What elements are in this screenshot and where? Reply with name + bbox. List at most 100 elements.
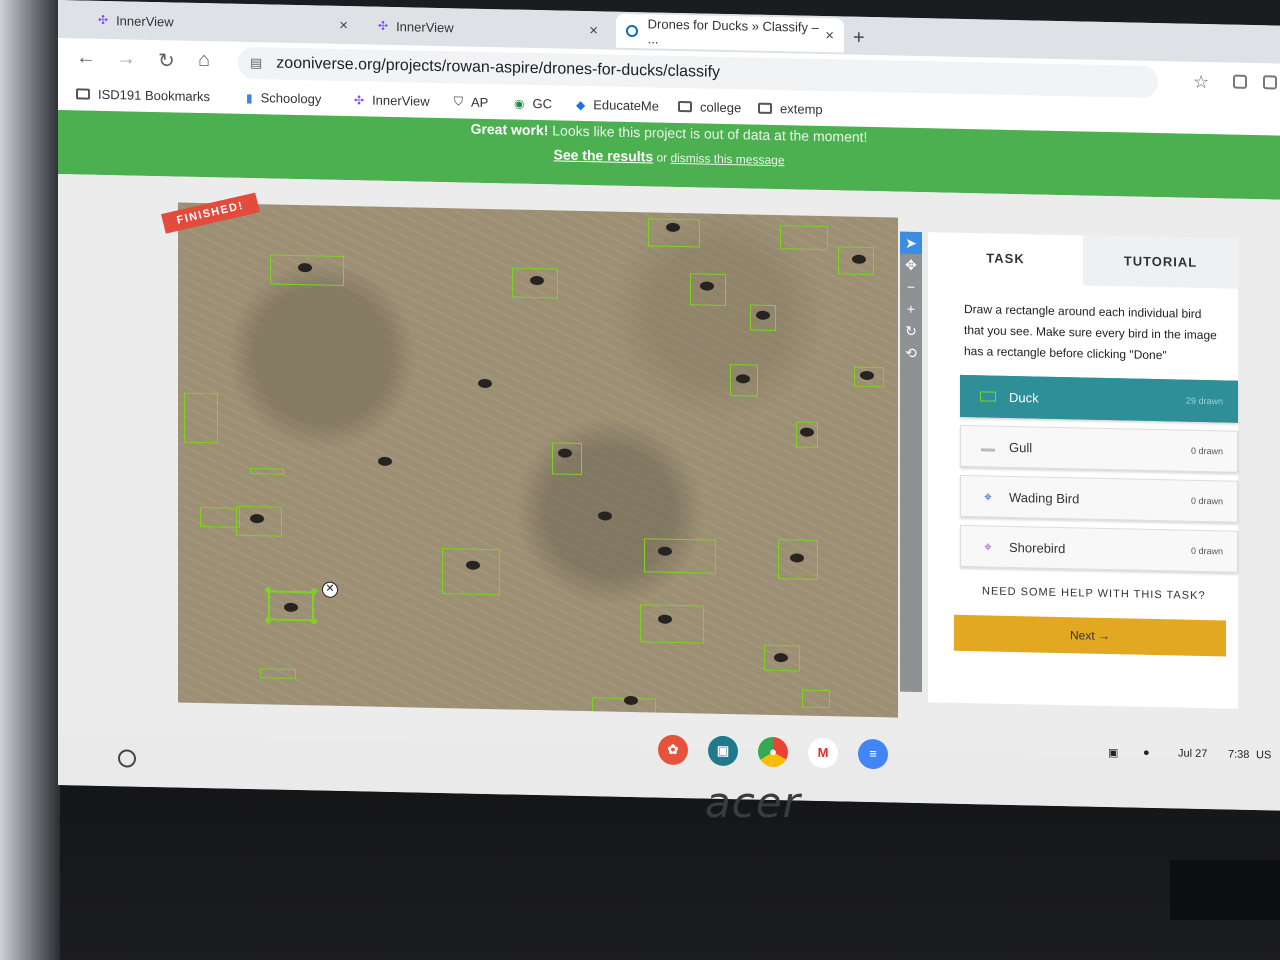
duck-box[interactable] [184,392,218,444]
educateme-icon: ◆ [576,97,586,112]
tab-innerview-1[interactable]: ✣ InnerView × [88,3,358,43]
see-results-link[interactable]: See the results [554,146,654,164]
home-icon[interactable]: ⌂ [198,49,210,72]
reload-icon[interactable]: ↻ [158,48,175,73]
laptop-hinge [1170,860,1280,920]
window-icon[interactable] [1263,75,1277,90]
zooniverse-icon [626,24,638,38]
innerview-icon: ✣ [98,12,109,28]
duck-box[interactable] [640,604,704,644]
bird-mark [658,546,672,556]
duck-box[interactable] [442,548,500,596]
reset-icon[interactable]: ⟲ [900,342,922,364]
rectangle-icon [979,388,997,404]
bookmark-gc[interactable]: ◉ GC [514,95,552,112]
banner-text: Looks like this project is out of data a… [548,122,868,145]
site-info-icon[interactable]: ▤ [250,55,262,71]
banner-or: or [653,150,671,165]
resize-handle[interactable] [265,617,271,624]
zoom-in-icon[interactable]: + [900,298,922,320]
ap-icon: ⛉ [454,94,464,109]
bird-mark [790,553,804,563]
bird-mark [298,263,312,273]
bird-mark [530,275,544,286]
duck-box[interactable] [260,668,296,679]
time-label[interactable]: 7:38 [1228,749,1249,761]
tab-task[interactable]: TASK [928,232,1083,286]
canvas-app-icon[interactable]: ✿ [658,734,688,766]
bird-mark [250,514,264,524]
bookmark-label: AP [471,94,489,111]
innerview-icon: ✣ [354,92,365,107]
option-count: 0 drawn [1190,495,1223,507]
close-tab-icon[interactable]: × [589,22,598,39]
option-label: Wading Bird [1009,489,1080,506]
option-wading-bird[interactable]: ⌖ Wading Bird 0 drawn [960,474,1238,523]
bookmark-extemp[interactable]: extemp [758,101,823,117]
bird-mark [658,614,672,624]
bookmark-educateme[interactable]: ◆ EducateMe [576,97,659,113]
tab-innerview-2[interactable]: ✣ InnerView × [368,8,608,47]
date-label[interactable]: Jul 27 [1178,747,1207,760]
tab-title: Drones for Ducks » Classify – ... [647,16,819,47]
bookmark-star-icon[interactable]: ☆ [1193,72,1209,93]
region-label[interactable]: US [1256,749,1271,761]
chrome-app-icon[interactable]: ● [758,736,788,768]
dismiss-link[interactable]: dismiss this message [670,151,784,167]
close-tab-icon[interactable]: × [825,27,834,44]
pointer-icon[interactable]: ➤ [900,231,922,255]
move-icon[interactable]: ✥ [900,254,922,276]
back-arrow-icon[interactable]: ← [76,46,96,69]
bookmark-innerview[interactable]: ✣ InnerView [354,92,430,109]
bookmark-schoology[interactable]: ▮ Schoology [246,90,322,107]
bookmark-ap[interactable]: ⛉ AP [454,94,488,110]
tab-tutorial[interactable]: TUTORIAL [1083,235,1238,289]
tab-drones-for-ducks[interactable]: Drones for Ducks » Classify – ... × [616,13,844,53]
delete-box-icon[interactable]: ✕ [322,581,338,598]
option-label: Duck [1009,389,1039,406]
help-link[interactable]: NEED SOME HELP WITH THIS TASK? [982,585,1206,602]
resize-handle[interactable] [265,587,271,594]
duck-box[interactable] [644,538,716,574]
bookmark-isd191[interactable]: ISD191 Bookmarks [76,86,210,104]
duck-box[interactable] [780,225,828,251]
resize-handle[interactable] [311,618,317,625]
forward-arrow-icon[interactable]: → [116,47,136,70]
rotate-icon[interactable]: ↻ [900,320,922,342]
gmail-app-icon[interactable]: M [808,737,838,769]
bookmark-label: ISD191 Bookmarks [98,86,210,105]
folder-icon [758,102,772,114]
close-tab-icon[interactable]: × [339,16,348,33]
option-duck[interactable]: Duck 29 drawn [960,374,1238,423]
notification-icon[interactable]: ● [1143,747,1150,759]
option-label: Gull [1009,439,1033,455]
duck-box[interactable] [200,506,240,528]
bird-mark [466,560,480,570]
bookmark-label: extemp [780,101,823,118]
bird-mark [378,456,392,466]
duck-box[interactable] [802,689,830,709]
launcher-icon[interactable] [118,749,136,768]
bird-mark [284,602,298,613]
drone-image[interactable]: ✕ [178,202,898,718]
classroom-app-icon[interactable]: ▣ [708,735,738,767]
screen-capture-icon[interactable]: ▣ [1108,746,1118,759]
extensions-icon[interactable] [1233,74,1247,89]
next-button[interactable]: Next → [954,614,1226,657]
new-tab-button[interactable]: + [853,27,865,50]
bird-mark [756,310,770,320]
option-gull[interactable]: Gull 0 drawn [960,424,1238,473]
option-shorebird[interactable]: ⌖ Shorebird 0 drawn [960,524,1238,573]
classroom-icon: ◉ [514,96,525,111]
resize-handle[interactable] [311,588,317,595]
bookmark-college[interactable]: college [678,99,741,115]
bookmark-label: GC [532,95,552,112]
task-instructions: Draw a rectangle around each individual … [964,301,1217,363]
duck-box[interactable] [250,468,284,475]
docs-app-icon[interactable]: ≡ [858,738,888,770]
schoology-icon: ▮ [246,90,253,105]
zoom-out-icon[interactable]: − [900,276,922,298]
bookmark-label: Schoology [260,90,322,107]
duck-box[interactable] [552,442,582,475]
bird-mark [860,370,874,381]
